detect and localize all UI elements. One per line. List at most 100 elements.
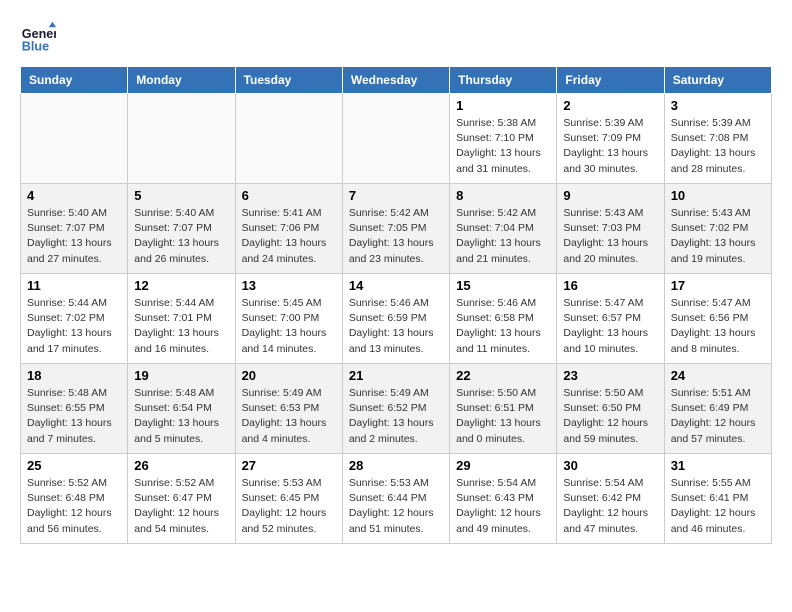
day-info: Sunrise: 5:50 AM Sunset: 6:50 PM Dayligh…	[563, 386, 657, 447]
calendar-cell: 1 Sunrise: 5:38 AM Sunset: 7:10 PM Daylig…	[450, 94, 557, 184]
day-info: Sunrise: 5:49 AM Sunset: 6:53 PM Dayligh…	[242, 386, 336, 447]
day-info: Sunrise: 5:44 AM Sunset: 7:01 PM Dayligh…	[134, 296, 228, 357]
day-info: Sunrise: 5:48 AM Sunset: 6:55 PM Dayligh…	[27, 386, 121, 447]
day-number: 11	[27, 278, 121, 293]
calendar-cell: 16 Sunrise: 5:47 AM Sunset: 6:57 PM Dayli…	[557, 274, 664, 364]
day-number: 7	[349, 188, 443, 203]
day-info: Sunrise: 5:46 AM Sunset: 6:58 PM Dayligh…	[456, 296, 550, 357]
calendar-cell: 14 Sunrise: 5:46 AM Sunset: 6:59 PM Dayli…	[342, 274, 449, 364]
day-info: Sunrise: 5:53 AM Sunset: 6:45 PM Dayligh…	[242, 476, 336, 537]
day-info: Sunrise: 5:40 AM Sunset: 7:07 PM Dayligh…	[134, 206, 228, 267]
calendar-cell: 12 Sunrise: 5:44 AM Sunset: 7:01 PM Dayli…	[128, 274, 235, 364]
calendar-cell: 31 Sunrise: 5:55 AM Sunset: 6:41 PM Dayli…	[664, 454, 771, 544]
day-info: Sunrise: 5:53 AM Sunset: 6:44 PM Dayligh…	[349, 476, 443, 537]
day-number: 4	[27, 188, 121, 203]
calendar-header-row: SundayMondayTuesdayWednesdayThursdayFrid…	[21, 67, 772, 94]
calendar-week-3: 11Sunrise: 5:44 AM Sunset: 7:02 PM Dayli…	[21, 274, 772, 364]
day-info: Sunrise: 5:39 AM Sunset: 7:08 PM Dayligh…	[671, 116, 765, 177]
day-info: Sunrise: 5:48 AM Sunset: 6:54 PM Dayligh…	[134, 386, 228, 447]
day-info: Sunrise: 5:42 AM Sunset: 7:05 PM Dayligh…	[349, 206, 443, 267]
day-number: 16	[563, 278, 657, 293]
day-number: 21	[349, 368, 443, 383]
day-info: Sunrise: 5:39 AM Sunset: 7:09 PM Dayligh…	[563, 116, 657, 177]
day-info: Sunrise: 5:52 AM Sunset: 6:48 PM Dayligh…	[27, 476, 121, 537]
calendar-cell: 20 Sunrise: 5:49 AM Sunset: 6:53 PM Dayli…	[235, 364, 342, 454]
calendar-cell: 8 Sunrise: 5:42 AM Sunset: 7:04 PM Daylig…	[450, 184, 557, 274]
calendar-week-5: 25 Sunrise: 5:52 AM Sunset: 6:48 PM Dayli…	[21, 454, 772, 544]
logo-icon: General Blue	[20, 20, 56, 56]
day-info: Sunrise: 5:52 AM Sunset: 6:47 PM Dayligh…	[134, 476, 228, 537]
col-header-thursday: Thursday	[450, 67, 557, 94]
day-info: Sunrise: 5:50 AM Sunset: 6:51 PM Dayligh…	[456, 386, 550, 447]
calendar-cell: 9Sunrise: 5:43 AM Sunset: 7:03 PM Daylig…	[557, 184, 664, 274]
calendar-week-1: 1 Sunrise: 5:38 AM Sunset: 7:10 PM Daylig…	[21, 94, 772, 184]
day-number: 23	[563, 368, 657, 383]
day-info: Sunrise: 5:47 AM Sunset: 6:56 PM Dayligh…	[671, 296, 765, 357]
day-info: Sunrise: 5:38 AM Sunset: 7:10 PM Dayligh…	[456, 116, 550, 177]
calendar-week-4: 18 Sunrise: 5:48 AM Sunset: 6:55 PM Dayli…	[21, 364, 772, 454]
day-number: 30	[563, 458, 657, 473]
calendar-cell: 22 Sunrise: 5:50 AM Sunset: 6:51 PM Dayli…	[450, 364, 557, 454]
calendar-cell: 30 Sunrise: 5:54 AM Sunset: 6:42 PM Dayli…	[557, 454, 664, 544]
day-number: 24	[671, 368, 765, 383]
calendar-cell: 2Sunrise: 5:39 AM Sunset: 7:09 PM Daylig…	[557, 94, 664, 184]
day-number: 12	[134, 278, 228, 293]
day-info: Sunrise: 5:46 AM Sunset: 6:59 PM Dayligh…	[349, 296, 443, 357]
day-number: 20	[242, 368, 336, 383]
day-number: 1	[456, 98, 550, 113]
day-number: 10	[671, 188, 765, 203]
calendar-cell: 7 Sunrise: 5:42 AM Sunset: 7:05 PM Daylig…	[342, 184, 449, 274]
calendar-cell: 29 Sunrise: 5:54 AM Sunset: 6:43 PM Dayli…	[450, 454, 557, 544]
day-number: 19	[134, 368, 228, 383]
calendar-cell: 23 Sunrise: 5:50 AM Sunset: 6:50 PM Dayli…	[557, 364, 664, 454]
calendar-cell: 13 Sunrise: 5:45 AM Sunset: 7:00 PM Dayli…	[235, 274, 342, 364]
calendar-cell: 24 Sunrise: 5:51 AM Sunset: 6:49 PM Dayli…	[664, 364, 771, 454]
day-info: Sunrise: 5:54 AM Sunset: 6:43 PM Dayligh…	[456, 476, 550, 537]
calendar-cell: 26 Sunrise: 5:52 AM Sunset: 6:47 PM Dayli…	[128, 454, 235, 544]
day-info: Sunrise: 5:51 AM Sunset: 6:49 PM Dayligh…	[671, 386, 765, 447]
day-number: 3	[671, 98, 765, 113]
day-info: Sunrise: 5:45 AM Sunset: 7:00 PM Dayligh…	[242, 296, 336, 357]
day-number: 6	[242, 188, 336, 203]
day-number: 9	[563, 188, 657, 203]
day-number: 18	[27, 368, 121, 383]
day-number: 14	[349, 278, 443, 293]
calendar-cell: 18 Sunrise: 5:48 AM Sunset: 6:55 PM Dayli…	[21, 364, 128, 454]
calendar-cell: 3 Sunrise: 5:39 AM Sunset: 7:08 PM Daylig…	[664, 94, 771, 184]
day-number: 15	[456, 278, 550, 293]
calendar-week-2: 4 Sunrise: 5:40 AM Sunset: 7:07 PM Daylig…	[21, 184, 772, 274]
day-info: Sunrise: 5:54 AM Sunset: 6:42 PM Dayligh…	[563, 476, 657, 537]
day-number: 28	[349, 458, 443, 473]
calendar-cell: 17 Sunrise: 5:47 AM Sunset: 6:56 PM Dayli…	[664, 274, 771, 364]
page-header: General Blue	[20, 20, 772, 56]
calendar-cell	[235, 94, 342, 184]
day-number: 13	[242, 278, 336, 293]
day-number: 25	[27, 458, 121, 473]
calendar-cell	[342, 94, 449, 184]
calendar-cell: 19 Sunrise: 5:48 AM Sunset: 6:54 PM Dayli…	[128, 364, 235, 454]
calendar-cell: 25 Sunrise: 5:52 AM Sunset: 6:48 PM Dayli…	[21, 454, 128, 544]
col-header-wednesday: Wednesday	[342, 67, 449, 94]
day-number: 5	[134, 188, 228, 203]
day-info: Sunrise: 5:47 AM Sunset: 6:57 PM Dayligh…	[563, 296, 657, 357]
day-number: 26	[134, 458, 228, 473]
day-info: Sunrise: 5:49 AM Sunset: 6:52 PM Dayligh…	[349, 386, 443, 447]
day-info: Sunrise: 5:55 AM Sunset: 6:41 PM Dayligh…	[671, 476, 765, 537]
day-number: 31	[671, 458, 765, 473]
col-header-tuesday: Tuesday	[235, 67, 342, 94]
calendar-cell	[128, 94, 235, 184]
day-number: 29	[456, 458, 550, 473]
svg-text:Blue: Blue	[22, 40, 49, 54]
calendar-cell: 10Sunrise: 5:43 AM Sunset: 7:02 PM Dayli…	[664, 184, 771, 274]
day-number: 27	[242, 458, 336, 473]
calendar-table: SundayMondayTuesdayWednesdayThursdayFrid…	[20, 66, 772, 544]
day-number: 22	[456, 368, 550, 383]
day-info: Sunrise: 5:42 AM Sunset: 7:04 PM Dayligh…	[456, 206, 550, 267]
day-number: 17	[671, 278, 765, 293]
col-header-monday: Monday	[128, 67, 235, 94]
calendar-cell: 4Sunrise: 5:40 AM Sunset: 7:07 PM Daylig…	[21, 184, 128, 274]
calendar-cell: 21 Sunrise: 5:49 AM Sunset: 6:52 PM Dayli…	[342, 364, 449, 454]
day-number: 8	[456, 188, 550, 203]
calendar-cell: 5 Sunrise: 5:40 AM Sunset: 7:07 PM Daylig…	[128, 184, 235, 274]
calendar-cell	[21, 94, 128, 184]
